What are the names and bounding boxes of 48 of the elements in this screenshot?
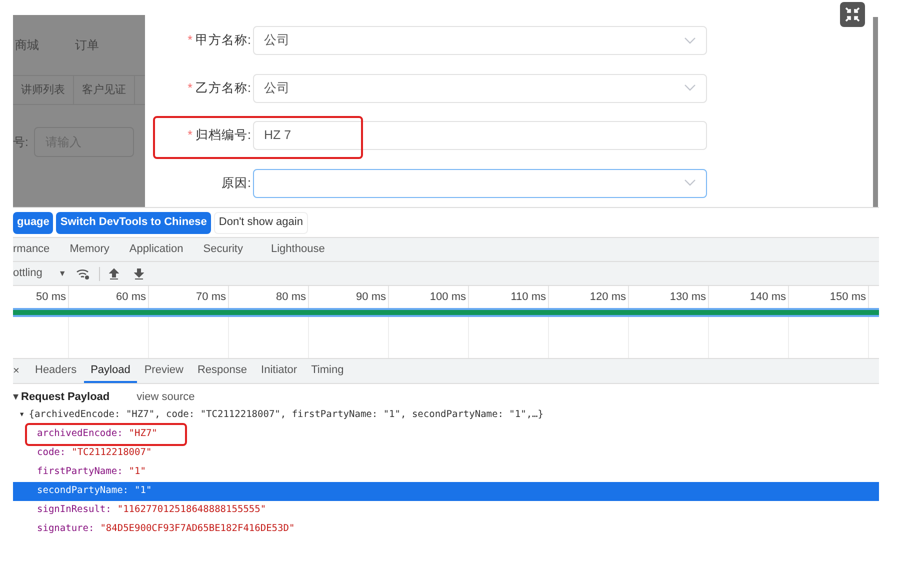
view-source-link[interactable]: view source — [136, 389, 195, 406]
panel-tab[interactable]: Application — [129, 241, 184, 258]
panel-tab[interactable]: Lighthouse — [271, 241, 325, 258]
payload-summary[interactable]: {archivedEncode: "HZ7", code: "TC2112218007", firstPartyName: "1", secondPartyName: "1",…} — [28, 408, 544, 423]
exit-fullscreen-button[interactable] — [840, 2, 865, 27]
expand-arrow[interactable]: ▾ — [19, 408, 25, 423]
payload-row[interactable]: signInResult: "116277012518648888155555" — [13, 501, 879, 520]
select-field[interactable]: 公司 — [253, 74, 707, 103]
panel-tab[interactable]: rmance — [13, 241, 50, 258]
required-mark: * — [188, 80, 193, 97]
select-field[interactable]: 公司 — [253, 26, 707, 56]
payload-row[interactable]: archivedEncode: "HZ7" — [13, 425, 879, 444]
required-mark: * — [188, 127, 193, 144]
payload-row[interactable]: secondPartyName: "1" — [13, 482, 879, 501]
request-tab[interactable]: Preview — [137, 359, 190, 383]
wifi-settings-icon[interactable] — [76, 268, 90, 280]
request-tab[interactable]: Initiator — [254, 359, 304, 383]
chevron-down-icon — [684, 36, 696, 45]
language-button[interactable]: Don't show again — [214, 212, 308, 234]
select-field[interactable] — [253, 168, 707, 198]
collapse-icon — [844, 6, 861, 23]
chevron-down-icon — [684, 84, 696, 92]
field-label: 原因: — [222, 174, 251, 192]
throttling-select[interactable]: ottling — [13, 265, 42, 282]
chevron-down-icon — [684, 179, 696, 188]
upload-icon[interactable] — [109, 268, 120, 280]
close-button[interactable]: × — [13, 362, 28, 380]
request-tab[interactable]: Timing — [304, 359, 351, 383]
field-label: 乙方名称: — [196, 80, 251, 97]
section-title[interactable]: Request Payload — [21, 389, 110, 406]
panel-tab[interactable]: Memory — [70, 241, 110, 258]
download-icon[interactable] — [134, 268, 144, 280]
payload-row[interactable]: signature: "84D5E900CF93F7AD65BE182F416DE53D" — [13, 520, 879, 539]
language-button[interactable]: guage — [13, 212, 54, 234]
payload-row[interactable]: code: "TC2112218007" — [13, 444, 879, 463]
request-tab[interactable]: Headers — [28, 359, 84, 383]
field-label: 归档编号: — [196, 127, 251, 144]
request-tab[interactable]: Response — [190, 359, 254, 383]
language-button[interactable]: Switch DevTools to Chinese — [56, 212, 211, 234]
expand-arrow[interactable]: ▾ — [13, 389, 19, 406]
filter-label: 号: — [13, 134, 28, 151]
required-mark: * — [188, 32, 193, 50]
text-field[interactable]: HZ 7 — [253, 121, 707, 150]
payload-row[interactable]: firstPartyName: "1" — [13, 463, 879, 482]
field-label: 甲方名称: — [196, 32, 251, 50]
dropdown-caret[interactable]: ▼ — [58, 268, 66, 280]
panel-tab[interactable]: Security — [203, 241, 243, 258]
request-tab[interactable]: Payload — [84, 359, 138, 383]
